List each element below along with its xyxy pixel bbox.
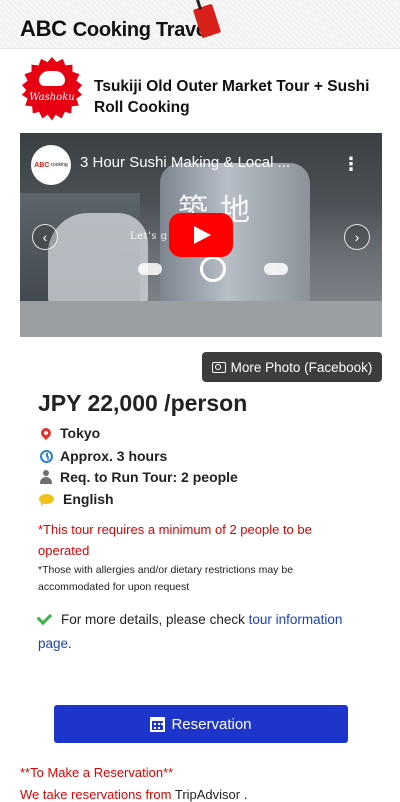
tour-price: JPY 22,000 /person: [38, 390, 248, 416]
badge-label: Washoku: [29, 92, 75, 103]
tour-title: Tsukiji Old Outer Market Tour + Sushi Ro…: [94, 78, 370, 116]
duration-text: Approx. 3 hours: [60, 448, 168, 464]
video-next-arrow-icon[interactable]: ›: [344, 224, 370, 250]
site-header: ABC Cooking Travel: [0, 0, 400, 49]
allergy-notice: *Those with allergies and/or dietary res…: [38, 564, 294, 593]
calendar-icon: [150, 716, 166, 732]
plate-icon: [200, 256, 226, 282]
video-title[interactable]: 3 Hour Sushi Making & Local ...: [80, 154, 335, 171]
details-prefix: For more details, please check: [61, 612, 249, 627]
info-duration: Approx. 3 hours: [38, 448, 167, 464]
sushi-icon: [39, 71, 65, 86]
channel-avatar-text: cooking: [50, 162, 68, 168]
washoku-badge: Washoku: [20, 57, 84, 121]
video-embed[interactable]: 築 地 Let's g Market! ABCcooking 3 Hour Su…: [20, 133, 382, 337]
video-scene-scooter: [48, 213, 148, 308]
brand-name-text: Cooking Travel: [72, 19, 212, 41]
clock-icon: [39, 449, 53, 463]
location-text: Tokyo: [60, 425, 101, 441]
checkmark-icon: [36, 609, 53, 626]
camera-icon: [211, 361, 226, 373]
video-prev-arrow-icon[interactable]: ‹: [32, 224, 58, 250]
video-scene-ground: [20, 301, 382, 337]
clock-icon-wrap: [38, 448, 54, 464]
info-location: Tokyo: [38, 425, 100, 441]
location-pin-icon: [38, 425, 54, 441]
info-requirement: Req. to Run Tour: 2 people: [38, 469, 238, 485]
reservation-button[interactable]: Reservation: [54, 705, 348, 743]
user-icon: [40, 470, 52, 484]
details-suffix: .: [68, 636, 72, 651]
details-line: For more details, please check tour info…: [36, 608, 368, 656]
badge-burst-shape: [21, 57, 83, 121]
user-icon-wrap: [38, 469, 54, 485]
location-pin-icon-wrap: [38, 425, 54, 441]
video-overlay-icons: [138, 256, 288, 282]
reservation-heading: **To Make a Reservation**: [20, 765, 174, 780]
play-icon[interactable]: [169, 213, 233, 257]
more-photo-button[interactable]: More Photo (Facebook): [202, 352, 382, 382]
requirement-text: Req. to Run Tour: 2 people: [60, 469, 238, 485]
info-language: English: [38, 491, 114, 507]
speech-bubble-icon: [38, 494, 54, 506]
minimum-notice: *This tour requires a minimum of 2 peopl…: [38, 522, 312, 558]
sushi-roll-icon: [264, 263, 288, 275]
channel-avatar-abc: ABC: [34, 161, 50, 169]
speech-bubble-icon-wrap: [38, 491, 54, 507]
video-menu-icon[interactable]: ⋮: [342, 153, 360, 175]
channel-avatar[interactable]: ABC cooking: [31, 145, 71, 185]
brand-logo[interactable]: ABC Cooking Travel: [20, 16, 212, 42]
reservation-label: Reservation: [171, 715, 252, 733]
fish-icon: [138, 263, 162, 275]
more-photo-label: More Photo (Facebook): [230, 359, 373, 375]
language-text: English: [63, 491, 114, 507]
brand-abc-text: ABC: [20, 16, 67, 41]
